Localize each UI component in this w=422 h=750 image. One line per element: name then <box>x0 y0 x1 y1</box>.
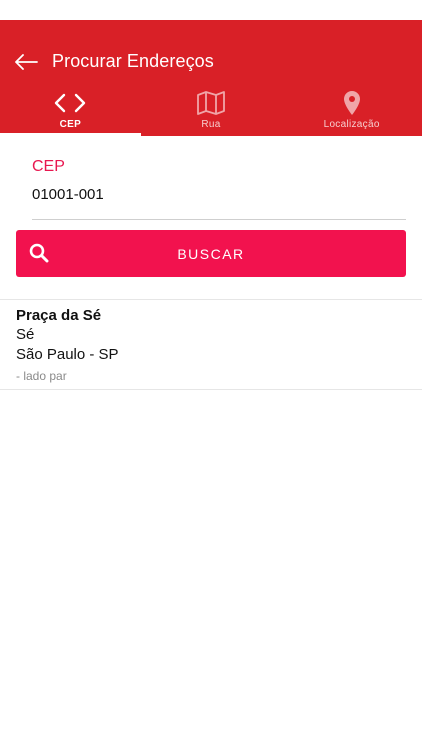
search-button-label: BUSCAR <box>177 245 245 262</box>
back-arrow-icon <box>15 54 38 70</box>
tab-cep[interactable]: CEP <box>0 84 141 136</box>
result-street: Praça da Sé <box>16 307 102 324</box>
page-title: Procurar Endereços <box>52 51 214 71</box>
tab-localizacao-label: Localização <box>323 119 380 130</box>
status-bar <box>0 0 422 20</box>
result-city-state: São Paulo - SP <box>16 346 119 363</box>
location-pin-icon <box>343 91 360 115</box>
results-bottom-divider <box>0 389 422 390</box>
result-note: - lado par <box>16 369 67 383</box>
cep-field-label: CEP <box>32 158 65 175</box>
tab-cep-label: CEP <box>59 119 82 130</box>
results-top-divider <box>0 299 422 300</box>
search-button[interactable]: BUSCAR <box>16 230 406 277</box>
app-header: Procurar Endereços CEP Rua Localização <box>0 20 422 136</box>
search-icon <box>29 243 49 263</box>
active-tab-indicator <box>0 133 141 136</box>
code-icon <box>55 93 86 113</box>
cep-field[interactable]: CEP 01001-001 <box>32 158 406 203</box>
tab-localizacao[interactable]: Localização <box>281 84 422 136</box>
map-icon <box>197 91 225 115</box>
tab-bar: CEP Rua Localização <box>0 84 422 136</box>
tab-rua[interactable]: Rua <box>141 84 282 136</box>
cep-input[interactable]: 01001-001 <box>32 186 406 203</box>
result-neighborhood: Sé <box>16 326 35 343</box>
tab-rua-label: Rua <box>201 119 221 130</box>
result-item[interactable]: Praça da Sé Sé São Paulo - SP - lado par <box>16 306 406 386</box>
cep-field-underline <box>32 219 406 220</box>
back-button[interactable] <box>12 50 40 74</box>
